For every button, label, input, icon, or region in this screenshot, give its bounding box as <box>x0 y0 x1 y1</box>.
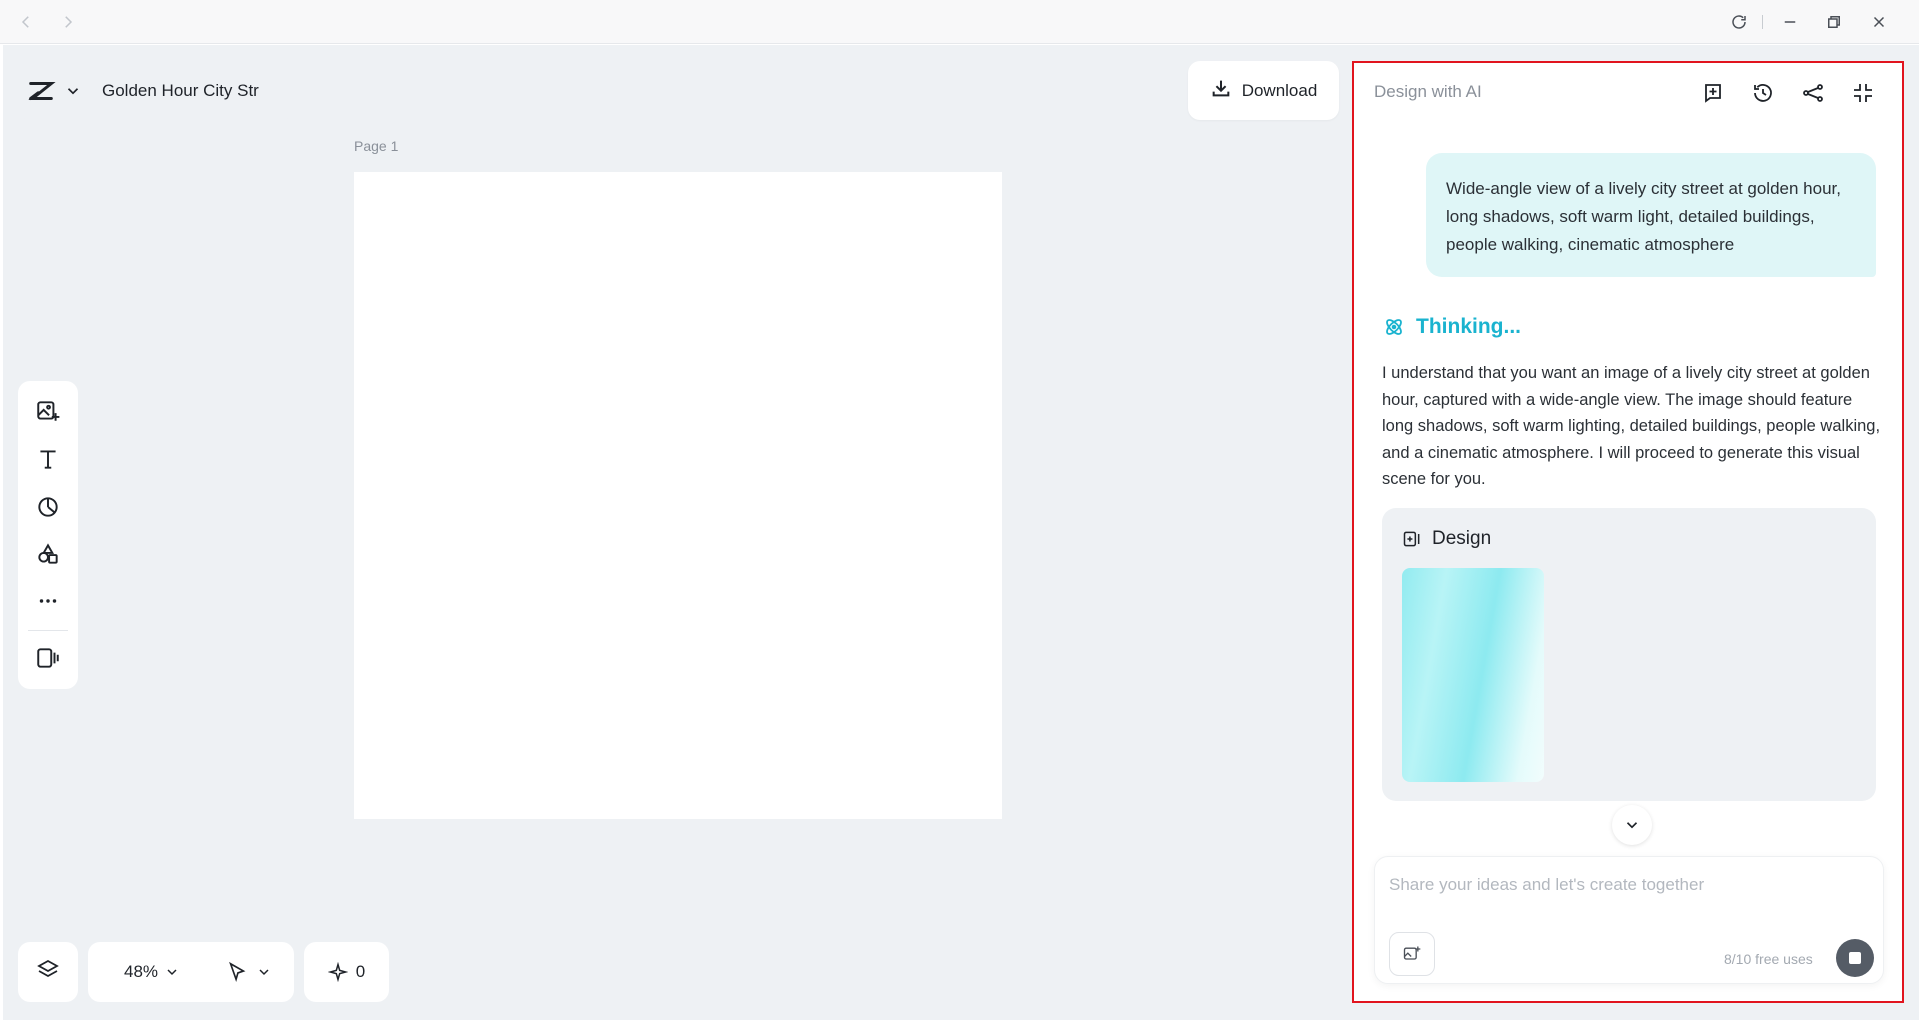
back-arrow-icon[interactable] <box>14 10 38 34</box>
pointer-icon <box>229 961 246 983</box>
prompt-composer: 8/10 free uses <box>1374 856 1884 984</box>
design-label: Design <box>1432 528 1492 549</box>
ai-panel-title: Design with AI <box>1374 82 1482 101</box>
atom-icon <box>1386 319 1402 335</box>
zoom-value: 48% <box>124 962 159 981</box>
window-titlebar <box>0 0 1919 44</box>
design-result-card: Design <box>1382 508 1876 801</box>
download-label: Download <box>1241 80 1318 100</box>
new-chat-icon[interactable] <box>1696 76 1730 110</box>
add-image-icon[interactable] <box>28 391 68 431</box>
ai-reply: I understand that you want an image of a… <box>1382 364 1881 488</box>
zoom-cursor-group: 48% <box>88 942 294 1002</box>
chevron-down-icon <box>1626 822 1638 829</box>
credits-count: 0 <box>355 962 366 981</box>
present-icon[interactable] <box>28 638 68 678</box>
titlebar-divider <box>1762 15 1763 29</box>
close-icon[interactable] <box>1867 10 1891 34</box>
history-icon[interactable] <box>1746 76 1780 110</box>
text-icon[interactable] <box>28 439 68 479</box>
forward-arrow-icon[interactable] <box>56 10 80 34</box>
minimize-icon[interactable] <box>1778 10 1802 34</box>
app-logo-icon[interactable] <box>24 74 58 108</box>
cursor-mode-control[interactable] <box>226 961 272 983</box>
stop-generation-button[interactable] <box>1836 939 1874 977</box>
design-header: Design <box>1402 528 1491 550</box>
design-canvas[interactable] <box>354 172 1002 819</box>
shape-icon[interactable] <box>28 487 68 527</box>
layers-icon <box>36 958 60 987</box>
layers-button[interactable] <box>18 942 78 1002</box>
restore-icon[interactable] <box>1822 10 1846 34</box>
attach-image-button[interactable] <box>1389 932 1435 976</box>
credits-button[interactable]: 0 <box>304 942 389 1002</box>
toolbar-divider <box>28 630 68 631</box>
sparkle-icon <box>327 962 348 982</box>
add-image-icon <box>1403 946 1421 960</box>
thinking-status: Thinking... <box>1382 315 1521 339</box>
thinking-label: Thinking... <box>1416 315 1521 338</box>
ai-panel: Design with AI Wide-angle view of a live… <box>1352 61 1904 1003</box>
user-message: Wide-angle view of a lively city street … <box>1426 153 1876 277</box>
chevron-down-icon <box>167 969 177 976</box>
chevron-down-icon <box>259 969 269 976</box>
project-header: Golden Hour City Str <box>18 62 294 120</box>
design-icon <box>1403 531 1420 547</box>
more-icon[interactable] <box>28 581 68 621</box>
elements-icon[interactable] <box>28 534 68 574</box>
collapse-icon[interactable] <box>1846 76 1880 110</box>
chevron-down-icon[interactable] <box>62 80 84 102</box>
download-icon <box>1210 77 1232 104</box>
left-toolbar <box>18 381 78 689</box>
download-button[interactable]: Download <box>1188 61 1339 120</box>
stop-icon <box>1849 952 1861 964</box>
free-uses-counter: 8/10 free uses <box>1724 951 1813 967</box>
design-thumbnail[interactable] <box>1402 568 1544 782</box>
scroll-down-button[interactable] <box>1612 805 1652 845</box>
project-title[interactable]: Golden Hour City Str <box>102 81 259 101</box>
zoom-control[interactable]: 48% <box>124 962 180 982</box>
prompt-input[interactable] <box>1389 875 1859 895</box>
share-icon[interactable] <box>1796 76 1830 110</box>
refresh-icon[interactable] <box>1727 10 1751 34</box>
page-label: Page 1 <box>354 138 399 154</box>
